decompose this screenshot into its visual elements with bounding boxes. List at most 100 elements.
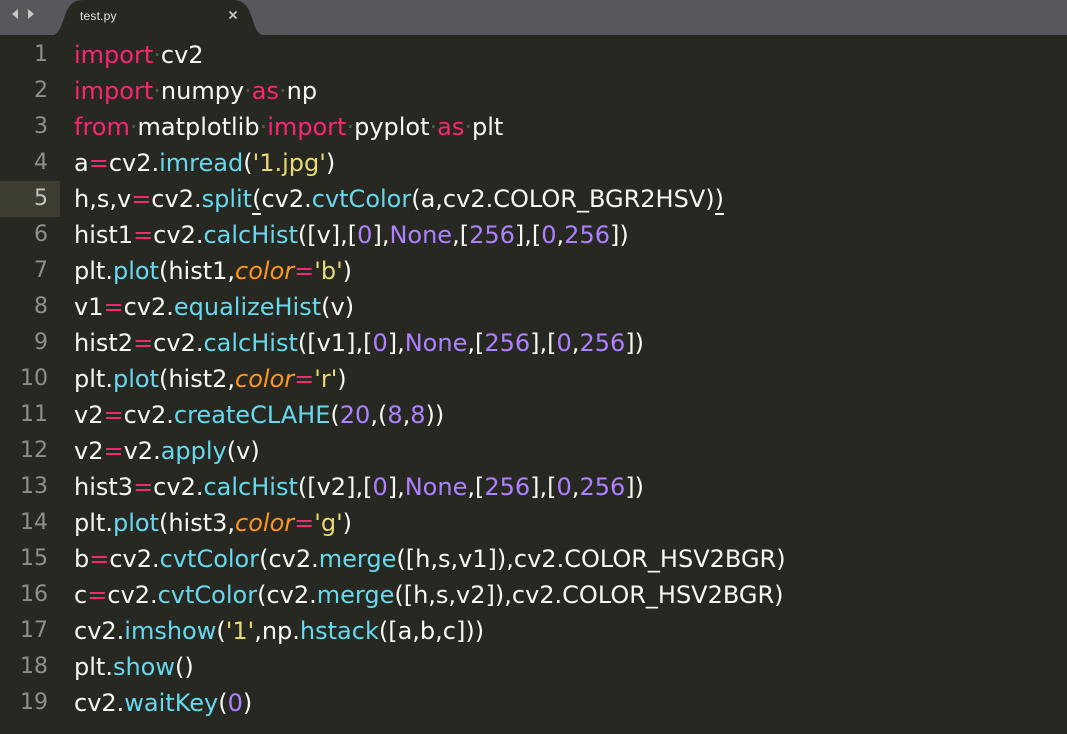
operator-token: =	[87, 581, 108, 609]
code-line[interactable]: import·numpy·as·np	[74, 73, 317, 109]
function-token: imread	[159, 149, 244, 177]
text-token: (	[330, 401, 340, 429]
text-token: )	[242, 689, 253, 717]
code-line[interactable]: plt.plot(hist3,color='g')	[74, 505, 352, 541]
code-line[interactable]: plt.show()	[74, 649, 194, 685]
function-token: cvtColor	[159, 545, 260, 573]
code-line[interactable]: c=cv2.cvtColor(cv2.merge([h,s,v2]),cv2.C…	[74, 577, 784, 613]
text-token: ([v1],[	[297, 329, 373, 357]
text-token: ,np.	[254, 617, 300, 645]
text-token: ],[	[530, 329, 557, 357]
triangle-right-icon[interactable]	[25, 7, 37, 21]
whitespace-marker: ·	[279, 77, 287, 105]
code-line[interactable]: v2=cv2.createCLAHE(20,(8,8))	[74, 397, 444, 433]
line-number: 17	[20, 618, 48, 643]
code-line[interactable]: import·cv2	[74, 37, 204, 73]
text-token: v1	[74, 293, 104, 321]
code-line[interactable]: h,s,v=cv2.split(cv2.cvtColor(a,cv2.COLOR…	[74, 181, 724, 217]
number-token: 256	[564, 221, 610, 249]
text-token: ],	[372, 221, 390, 249]
text-token: ,[	[452, 221, 470, 249]
operator-token: =	[131, 185, 152, 213]
text-token: b	[74, 545, 90, 573]
function-token: calcHist	[203, 221, 298, 249]
number-token: 256	[579, 473, 626, 501]
text-token: cv2.	[153, 473, 204, 501]
text-token: (	[243, 149, 253, 177]
text-token: ])	[625, 473, 644, 501]
code-line[interactable]: v2=v2.apply(v)	[74, 433, 260, 469]
line-number: 7	[34, 258, 48, 283]
text-token: (cv2.	[259, 545, 319, 573]
number-token: 0	[372, 329, 388, 357]
text-token: cv2.	[261, 185, 312, 213]
number-token: 0	[556, 329, 572, 357]
operator-token: =	[103, 437, 124, 465]
text-token: numpy	[160, 77, 245, 105]
whitespace-marker: ·	[153, 77, 161, 105]
text-token: cv2.	[74, 689, 125, 717]
text-token: )	[337, 365, 347, 393]
string-token: '1.jpg'	[252, 149, 326, 177]
function-token: hstack	[299, 617, 379, 645]
close-icon[interactable]	[228, 10, 238, 20]
code-editor[interactable]: 1 2 3 4 5 6 7 8 9 10 11 12 13 14 15 16 17 18 19 import·cv2…	[0, 36, 1067, 734]
text-token: hist2	[74, 329, 134, 357]
text-token: a	[74, 149, 89, 177]
code-line[interactable]: cv2.imshow('1',np.hstack([a,b,c]))	[74, 613, 484, 649]
text-token: ([a,b,c]))	[378, 617, 485, 645]
code-line[interactable]: hist1=cv2.calcHist([v],[0],None,[256],[0…	[74, 217, 629, 253]
operator-token: =	[294, 509, 315, 537]
function-token: plot	[112, 509, 159, 537]
code-line[interactable]: v1=cv2.equalizeHist(v)	[74, 289, 354, 325]
number-token: 0	[541, 221, 557, 249]
text-token: h,s,v	[74, 185, 132, 213]
line-number: 9	[34, 330, 48, 355]
keyword-token: import	[74, 41, 154, 69]
parameter-token: color	[235, 365, 295, 393]
number-token: 256	[579, 329, 626, 357]
text-token: matplotlib	[137, 113, 260, 141]
number-token: 256	[469, 221, 515, 249]
code-line[interactable]: from·matplotlib·import·pyplot·as·plt	[74, 109, 503, 145]
whitespace-marker: ·	[153, 41, 161, 69]
operator-token: =	[133, 473, 154, 501]
keyword-token: import	[74, 77, 154, 105]
function-token: plot	[112, 257, 159, 285]
triangle-left-icon[interactable]	[9, 7, 21, 21]
function-token: merge	[316, 581, 395, 609]
keyword-token: import	[267, 113, 347, 141]
text-token: cv2.	[107, 581, 158, 609]
line-number: 5	[34, 186, 48, 211]
code-line[interactable]: hist2=cv2.calcHist([v1],[0],None,[256],[…	[74, 325, 644, 361]
operator-token: =	[103, 293, 124, 321]
text-token: ([h,s,v1]),cv2.COLOR_HSV2BGR)	[396, 545, 786, 573]
operator-token: =	[89, 545, 110, 573]
whitespace-marker: ·	[129, 113, 138, 141]
text-token: )	[342, 257, 353, 285]
function-token: show	[112, 653, 175, 681]
code-line[interactable]: hist3=cv2.calcHist([v2],[0],None,[256],[…	[74, 469, 644, 505]
code-line[interactable]: a=cv2.imread('1.jpg')	[74, 145, 335, 181]
keyword-token: as	[437, 113, 465, 141]
number-token: 8	[387, 401, 403, 429]
tab-test-py[interactable]: test.py	[48, 0, 268, 36]
line-number: 12	[20, 438, 48, 463]
text-token: c	[74, 581, 88, 609]
code-line[interactable]: plt.plot(hist1,color='b')	[74, 253, 352, 289]
text-token: ,(	[370, 401, 388, 429]
text-token: ,[	[467, 329, 485, 357]
code-line[interactable]: b=cv2.cvtColor(cv2.merge([h,s,v1]),cv2.C…	[74, 541, 786, 577]
code-line[interactable]: plt.plot(hist2,color='r')	[74, 361, 347, 397]
line-number: 10	[20, 366, 48, 391]
operator-token: =	[294, 257, 315, 285]
line-number: 18	[20, 654, 48, 679]
text-token: plt.	[74, 365, 113, 393]
string-token: 'r'	[314, 365, 338, 393]
tab-navigation	[9, 7, 37, 23]
text-token: ],	[387, 473, 405, 501]
text-token: cv2	[160, 41, 204, 69]
operator-token: =	[294, 365, 315, 393]
code-line[interactable]: cv2.waitKey(0)	[74, 685, 252, 721]
text-token: cv2.	[123, 293, 174, 321]
